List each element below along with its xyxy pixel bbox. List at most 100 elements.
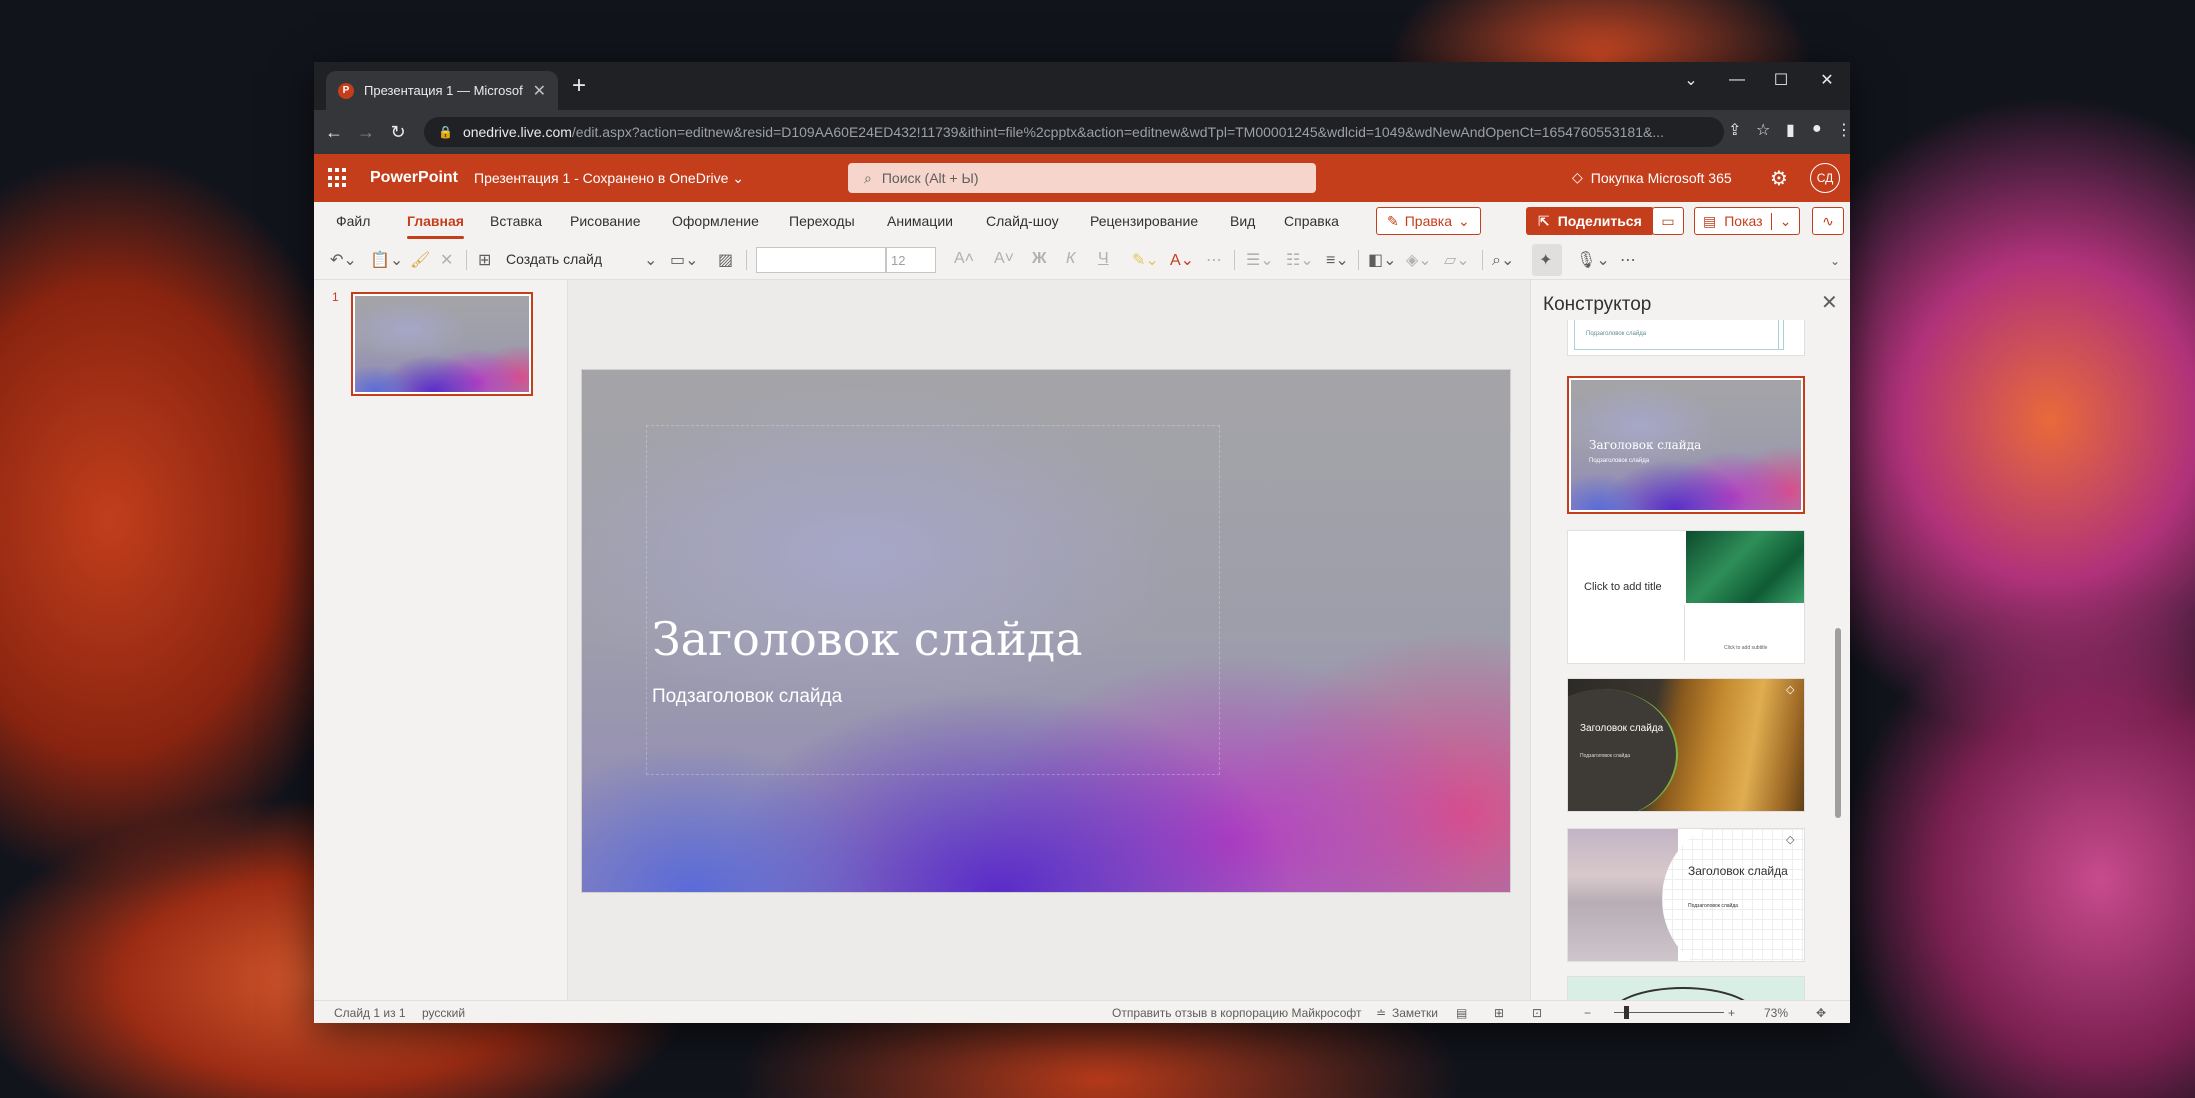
zoom-in-button[interactable]: + [1728,1006,1735,1020]
find-icon[interactable]: ⌕⌄ [1492,250,1514,270]
new-tab-button[interactable]: + [572,74,586,98]
notes-button[interactable]: Заметки [1392,1006,1438,1020]
comments-button[interactable]: ▭ [1652,207,1684,235]
back-button[interactable]: ← [320,118,348,146]
shapes-icon[interactable]: ◧⌄ [1368,250,1397,270]
slide-thumbnail[interactable] [351,292,533,396]
tab-help[interactable]: Справка [1284,213,1339,229]
tab-search-icon[interactable]: ⌄ [1668,62,1714,98]
share-page-icon[interactable]: ⇪ [1728,120,1741,140]
tab-home[interactable]: Главная [407,213,464,239]
tab-slideshow[interactable]: Слайд-шоу [986,213,1059,229]
undo-icon[interactable]: ↶⌄ [330,250,357,270]
dictate-icon[interactable]: 🎙⌄ [1576,250,1610,270]
reading-view-icon[interactable]: ⊡ [1532,1006,1542,1020]
shape-outline-icon[interactable]: ▱⌄ [1444,250,1470,270]
font-color-icon[interactable]: A⌄ [1170,250,1194,270]
tab-draw[interactable]: Рисование [570,213,641,229]
clear-icon[interactable]: ✕ [440,250,453,270]
tab-insert[interactable]: Вставка [490,213,542,229]
slide-canvas[interactable]: Заголовок слайда Подзаголовок слайда [582,370,1510,892]
bookmark-star-icon[interactable]: ☆ [1756,120,1770,140]
minimize-button[interactable]: — [1714,62,1760,98]
slide-sorter-icon[interactable]: ⊞ [1494,1006,1504,1020]
document-name[interactable]: Презентация 1 - Сохранено в OneDrive ⌄ [474,170,744,187]
shape-fill-icon[interactable]: ◈⌄ [1406,250,1432,270]
tab-design[interactable]: Оформление [672,213,759,229]
grow-font-icon[interactable]: A˄ [954,250,974,268]
close-icon[interactable]: ✕ [1821,290,1838,315]
more-options-icon[interactable]: ⋯ [1620,250,1636,270]
more-font-icon[interactable]: ⋯ [1206,250,1222,270]
shrink-font-icon[interactable]: A˅ [994,250,1014,268]
design-option-selected[interactable]: Заголовок слайда Подзаголовок слайда [1567,376,1805,514]
maximize-button[interactable]: ☐ [1758,62,1804,98]
designer-button[interactable]: ✦ [1532,244,1562,276]
divider [466,250,467,270]
language[interactable]: русский [422,1006,465,1020]
browser-tab[interactable]: P Презентация 1 — Microsoft PowerPoint ✕ [326,71,558,110]
numbering-icon[interactable]: ☷⌄ [1286,250,1314,270]
designer-scrollbar[interactable] [1835,628,1841,818]
tab-view[interactable]: Вид [1230,213,1255,229]
design-option-sea[interactable]: Заголовок слайда Подзаголовок слайда ◇ [1567,828,1805,962]
present-button[interactable]: ▤ Показ ⌄ [1694,207,1801,235]
tab-close-icon[interactable]: ✕ [533,81,546,101]
slide-count: Слайд 1 из 1 [334,1006,406,1020]
forward-button[interactable]: → [352,118,380,146]
collapse-ribbon-icon[interactable]: ⌄ [1830,254,1840,268]
design-option-wheat[interactable]: Заголовок слайда Подзаголовок слайда ◇ [1567,678,1805,812]
tab-review[interactable]: Рецензирование [1090,213,1198,229]
paste-icon[interactable]: 📋⌄ [370,250,403,270]
divider [1234,250,1235,270]
bold-button[interactable]: Ж [1032,250,1046,268]
picture-icon[interactable]: ▨ [718,250,733,270]
avatar[interactable]: СД [1810,163,1840,193]
format-painter-icon[interactable]: 🖌 [410,250,430,270]
new-slide-button[interactable]: Создать слайд [506,251,602,267]
editing-mode-button[interactable]: ✎ Правка ⌄ [1376,207,1481,235]
share-button[interactable]: ⇱ Поделиться [1526,207,1654,235]
italic-button[interactable]: К [1066,250,1075,268]
chevron-down-icon[interactable]: ⌄ [1770,212,1791,230]
align-icon[interactable]: ≡⌄ [1326,250,1349,270]
thumbnail-background [355,296,529,392]
app-launcher-icon[interactable] [328,168,348,188]
reload-button[interactable]: ↻ [384,118,412,146]
feedback-link[interactable]: Отправить отзыв в корпорацию Майкрософт [1112,1006,1361,1020]
underline-button[interactable]: Ч [1098,250,1109,268]
zoom-slider-track[interactable] [1614,1012,1724,1013]
profile-icon[interactable]: ● [1812,120,1822,138]
slide-subtitle[interactable]: Подзаголовок слайда [652,686,842,708]
design-option-partial[interactable]: Подзаголовок слайда [1567,320,1805,356]
buy-microsoft365-button[interactable]: ◇ Покупка Microsoft 365 [1572,169,1732,186]
gear-icon[interactable]: ⚙ [1770,166,1788,191]
new-slide-icon[interactable]: ⊞ [478,250,491,270]
tab-transitions[interactable]: Переходы [789,213,855,229]
search-input[interactable]: ⌕ Поиск (Alt + Ы) [848,163,1316,193]
highlight-icon[interactable]: ✎⌄ [1132,250,1159,270]
app-name[interactable]: PowerPoint [370,169,458,187]
layout-icon[interactable]: ▭⌄ [670,250,699,270]
close-window-button[interactable]: ✕ [1804,62,1850,98]
url-input[interactable]: 🔒 onedrive.live.com/edit.aspx?action=edi… [424,117,1724,147]
divider [1358,250,1359,270]
font-size-select[interactable]: 12 [886,247,936,273]
zoom-out-button[interactable]: − [1584,1006,1591,1020]
font-family-select[interactable] [756,247,886,273]
tab-animations[interactable]: Анимации [887,213,953,229]
sidepanel-icon[interactable]: ▮ [1786,120,1795,140]
browser-menu-icon[interactable]: ⋮ [1836,120,1850,140]
zoom-level[interactable]: 73% [1764,1006,1788,1020]
design-option-leaf[interactable]: Click to add title Click to add subtitle [1567,530,1805,664]
zoom-slider-handle[interactable] [1624,1006,1629,1019]
normal-view-icon[interactable]: ▤ [1456,1006,1467,1020]
bullets-icon[interactable]: ☰⌄ [1246,250,1274,270]
notes-icon[interactable]: ≐ [1376,1006,1386,1020]
tab-file[interactable]: Файл [336,213,370,229]
chevron-down-icon[interactable]: ⌄ [644,250,657,270]
slide-title[interactable]: Заголовок слайда [652,612,1083,666]
fit-to-window-icon[interactable]: ✥ [1816,1006,1826,1020]
design-caption: Подзаголовок слайда [1586,331,1647,337]
activity-button[interactable]: ∿ [1812,207,1844,235]
